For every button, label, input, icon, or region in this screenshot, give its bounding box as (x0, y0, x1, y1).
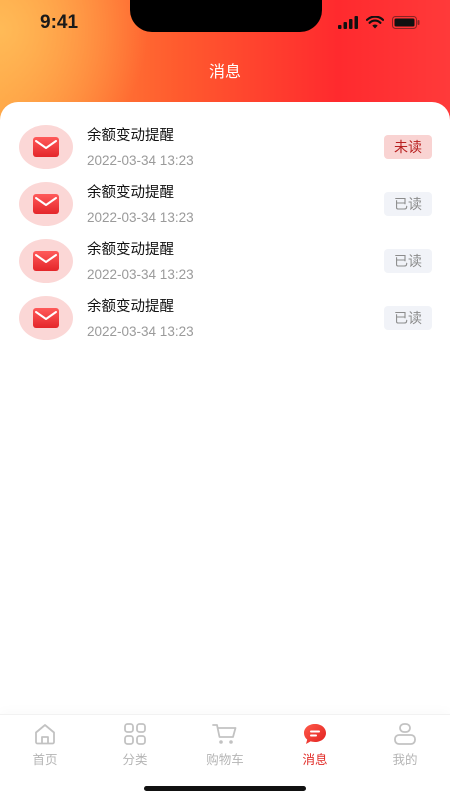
cart-icon (212, 724, 237, 744)
tab-profile-label: 我的 (392, 752, 418, 767)
tab-category[interactable]: 分类 (100, 723, 170, 768)
home-indicator (144, 786, 306, 791)
page-title: 消息 (208, 62, 241, 81)
message-title: 余额变动提醒 (87, 128, 174, 144)
tab-cart-label: 购物车 (206, 752, 244, 767)
home-icon (35, 724, 55, 745)
tab-cart[interactable]: 购物车 (190, 723, 260, 768)
battery-icon (392, 16, 420, 29)
message-title: 余额变动提醒 (87, 299, 174, 315)
status-bar: 9:41 (0, 0, 450, 48)
message-title: 余额变动提醒 (87, 185, 174, 201)
message-item[interactable]: 余额变动提醒 2022-03-34 13:23 未读 (0, 119, 450, 176)
signal-icon (338, 16, 358, 29)
message-item[interactable]: 余额变动提醒 2022-03-34 13:23 已读 (0, 233, 450, 290)
message-list: 余额变动提醒 2022-03-34 13:23 未读 余额变动提醒 2022-0… (0, 102, 450, 714)
read-badge: 已读 (384, 306, 432, 330)
envelope-icon (19, 182, 73, 226)
tab-home-label: 首页 (32, 752, 58, 767)
tab-profile[interactable]: 我的 (370, 723, 440, 768)
message-time: 2022-03-34 13:23 (87, 267, 194, 282)
status-icons (338, 16, 420, 29)
message-item[interactable]: 余额变动提醒 2022-03-34 13:23 已读 (0, 290, 450, 347)
message-time: 2022-03-34 13:23 (87, 210, 194, 225)
device-notch (130, 0, 322, 32)
tab-category-label: 分类 (122, 752, 148, 767)
message-time: 2022-03-34 13:23 (87, 324, 194, 339)
message-time: 2022-03-34 13:23 (87, 153, 194, 168)
wifi-icon (366, 16, 384, 29)
envelope-icon (19, 125, 73, 169)
envelope-icon (19, 296, 73, 340)
tab-home[interactable]: 首页 (10, 723, 80, 768)
read-badge: 已读 (384, 249, 432, 273)
status-time: 9:41 (40, 12, 79, 33)
message-icon (304, 724, 326, 744)
unread-badge: 未读 (384, 135, 432, 159)
read-badge: 已读 (384, 192, 432, 216)
envelope-icon (19, 239, 73, 283)
message-title: 余额变动提醒 (87, 242, 174, 258)
message-item[interactable]: 余额变动提醒 2022-03-34 13:23 已读 (0, 176, 450, 233)
tab-message-label: 消息 (302, 752, 328, 767)
tab-message[interactable]: 消息 (280, 723, 350, 768)
profile-icon (394, 723, 416, 745)
category-grid-icon (124, 723, 146, 745)
